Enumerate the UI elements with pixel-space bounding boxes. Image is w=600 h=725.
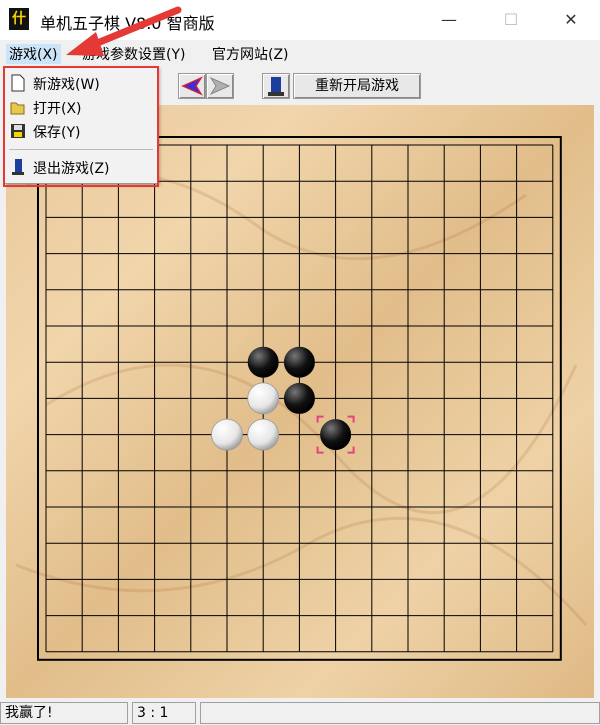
title-bar: 什 单机五子棋 V8.0 智商版 — ☐ ✕: [0, 0, 600, 40]
status-extra: [200, 702, 600, 724]
undo-button[interactable]: [178, 73, 206, 99]
new-document-icon: [11, 74, 25, 92]
menu-open-label: 打开(X): [33, 101, 82, 117]
save-disk-icon: [11, 124, 25, 138]
game-menu-dropdown: 新游戏(W) 打开(X) 保存(Y) 退出游戏(Z): [4, 66, 158, 184]
app-icon: 什: [9, 8, 29, 30]
score-display: 3 : 1: [132, 702, 196, 724]
black-stone: [320, 419, 352, 451]
restart-game-button[interactable]: 重新开局游戏: [293, 73, 421, 99]
white-stone: [211, 418, 243, 451]
last-move-marker: [316, 446, 324, 454]
wood-grain: [45, 363, 578, 515]
window-title: 单机五子棋 V8.0 智商版: [40, 14, 215, 33]
menu-open[interactable]: 打开(X): [5, 95, 157, 119]
player-icon: [268, 77, 284, 96]
last-move-marker: [347, 415, 355, 423]
redo-arrow-icon: [209, 76, 231, 96]
black-stone: [283, 346, 315, 378]
black-stone: [283, 382, 315, 414]
last-move-marker: [347, 446, 355, 454]
wood-grain: [25, 170, 527, 261]
white-stone: [247, 382, 280, 415]
menu-game[interactable]: 游戏(X): [6, 44, 61, 64]
menu-game-settings[interactable]: 游戏参数设置(Y): [82, 44, 185, 64]
redo-button[interactable]: [206, 73, 234, 99]
exit-icon: [12, 159, 24, 175]
menu-bar: 游戏(X) 游戏参数设置(Y) 官方网站(Z): [0, 40, 600, 65]
menu-separator: [9, 149, 153, 150]
menu-save[interactable]: 保存(Y): [5, 119, 157, 143]
undo-arrow-icon: [181, 76, 203, 96]
menu-save-label: 保存(Y): [33, 125, 81, 141]
menu-official-site[interactable]: 官方网站(Z): [212, 44, 289, 64]
menu-new-game-label: 新游戏(W): [33, 77, 100, 93]
maximize-button[interactable]: ☐: [488, 6, 534, 34]
player-button[interactable]: [262, 73, 290, 99]
last-move-marker: [316, 415, 324, 423]
menu-exit[interactable]: 退出游戏(Z): [5, 155, 157, 179]
wood-grain: [15, 516, 588, 626]
menu-exit-label: 退出游戏(Z): [33, 161, 110, 177]
gomoku-board[interactable]: [6, 105, 594, 698]
status-bar: 我赢了! 3 : 1: [0, 700, 600, 725]
board-grid[interactable]: [6, 105, 594, 698]
status-message: 我赢了!: [0, 702, 128, 724]
open-folder-icon: [10, 102, 25, 115]
close-button[interactable]: ✕: [548, 6, 594, 34]
black-stone: [247, 346, 279, 378]
minimize-button[interactable]: —: [426, 6, 472, 34]
menu-new-game[interactable]: 新游戏(W): [5, 71, 157, 95]
white-stone: [247, 418, 280, 451]
